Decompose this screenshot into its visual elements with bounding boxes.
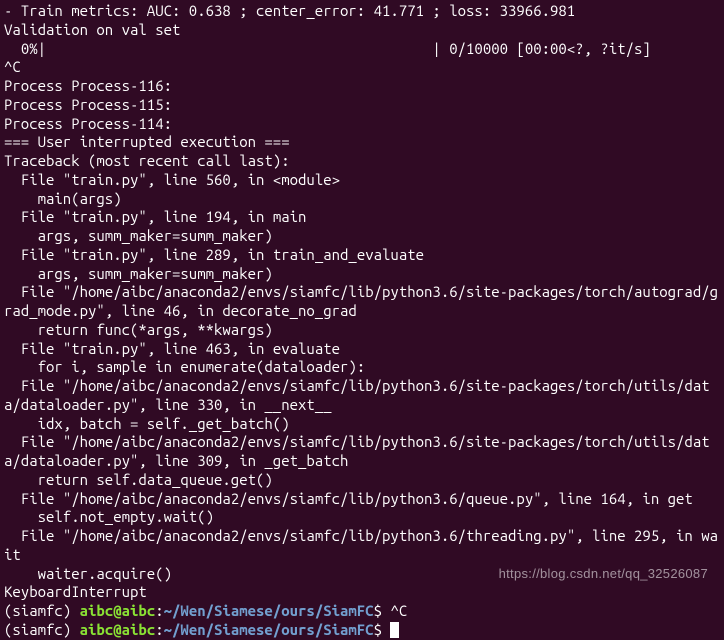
prompt-line-1[interactable]: (siamfc) aibc@aibc:~/Wen/Siamese/ours/Si… xyxy=(4,602,720,621)
watermark-text: https://blog.csdn.net/qq_32526087 xyxy=(499,566,708,582)
output-line: args, summ_maker=summ_maker) xyxy=(4,227,720,246)
output-line: File "/home/aibc/anaconda2/envs/siamfc/l… xyxy=(4,527,720,565)
cwd-path: ~/Wen/Siamese/ours/SiamFC xyxy=(164,602,374,619)
output-line: File "train.py", line 194, in main xyxy=(4,208,720,227)
output-line: ^C xyxy=(4,58,720,77)
output-line: self.not_empty.wait() xyxy=(4,508,720,527)
cursor-icon xyxy=(390,622,399,638)
output-line: for i, sample in enumerate(dataloader): xyxy=(4,358,720,377)
output-line: args, summ_maker=summ_maker) xyxy=(4,265,720,284)
output-line: Process Process-116: xyxy=(4,77,720,96)
output-line: idx, batch = self._get_batch() xyxy=(4,415,720,434)
cwd-path: ~/Wen/Siamese/ours/SiamFC xyxy=(164,621,374,638)
output-line: KeyboardInterrupt xyxy=(4,583,720,602)
user-host: aibc@aibc xyxy=(80,621,156,638)
env-name: (siamfc) xyxy=(4,621,80,638)
dollar-sign: $ xyxy=(374,621,391,638)
output-line: File "train.py", line 289, in train_and_… xyxy=(4,246,720,265)
terminal-output[interactable]: - Train metrics: AUC: 0.638 ; center_err… xyxy=(4,2,720,602)
output-line: File "/home/aibc/anaconda2/envs/siamfc/l… xyxy=(4,377,720,415)
output-line: Process Process-115: xyxy=(4,96,720,115)
output-line: 0%| | 0/10000 [00:00<?, ?it/s] xyxy=(4,40,720,59)
output-line: === User interrupted execution === xyxy=(4,133,720,152)
colon: : xyxy=(155,602,163,619)
output-line: Traceback (most recent call last): xyxy=(4,152,720,171)
command-text: ^C xyxy=(390,602,407,619)
prompt-line-2[interactable]: (siamfc) aibc@aibc:~/Wen/Siamese/ours/Si… xyxy=(4,621,720,640)
output-line: return func(*args, **kwargs) xyxy=(4,321,720,340)
colon: : xyxy=(155,621,163,638)
output-line: File "/home/aibc/anaconda2/envs/siamfc/l… xyxy=(4,433,720,471)
output-line: File "/home/aibc/anaconda2/envs/siamfc/l… xyxy=(4,490,720,509)
output-line: return self.data_queue.get() xyxy=(4,471,720,490)
env-name: (siamfc) xyxy=(4,602,80,619)
dollar-sign: $ xyxy=(374,602,391,619)
output-line: main(args) xyxy=(4,190,720,209)
output-line: Validation on val set xyxy=(4,21,720,40)
output-line: File "/home/aibc/anaconda2/envs/siamfc/l… xyxy=(4,283,720,321)
output-line: - Train metrics: AUC: 0.638 ; center_err… xyxy=(4,2,720,21)
user-host: aibc@aibc xyxy=(80,602,156,619)
output-line: File "train.py", line 463, in evaluate xyxy=(4,340,720,359)
output-line: File "train.py", line 560, in <module> xyxy=(4,171,720,190)
output-line: Process Process-114: xyxy=(4,115,720,134)
